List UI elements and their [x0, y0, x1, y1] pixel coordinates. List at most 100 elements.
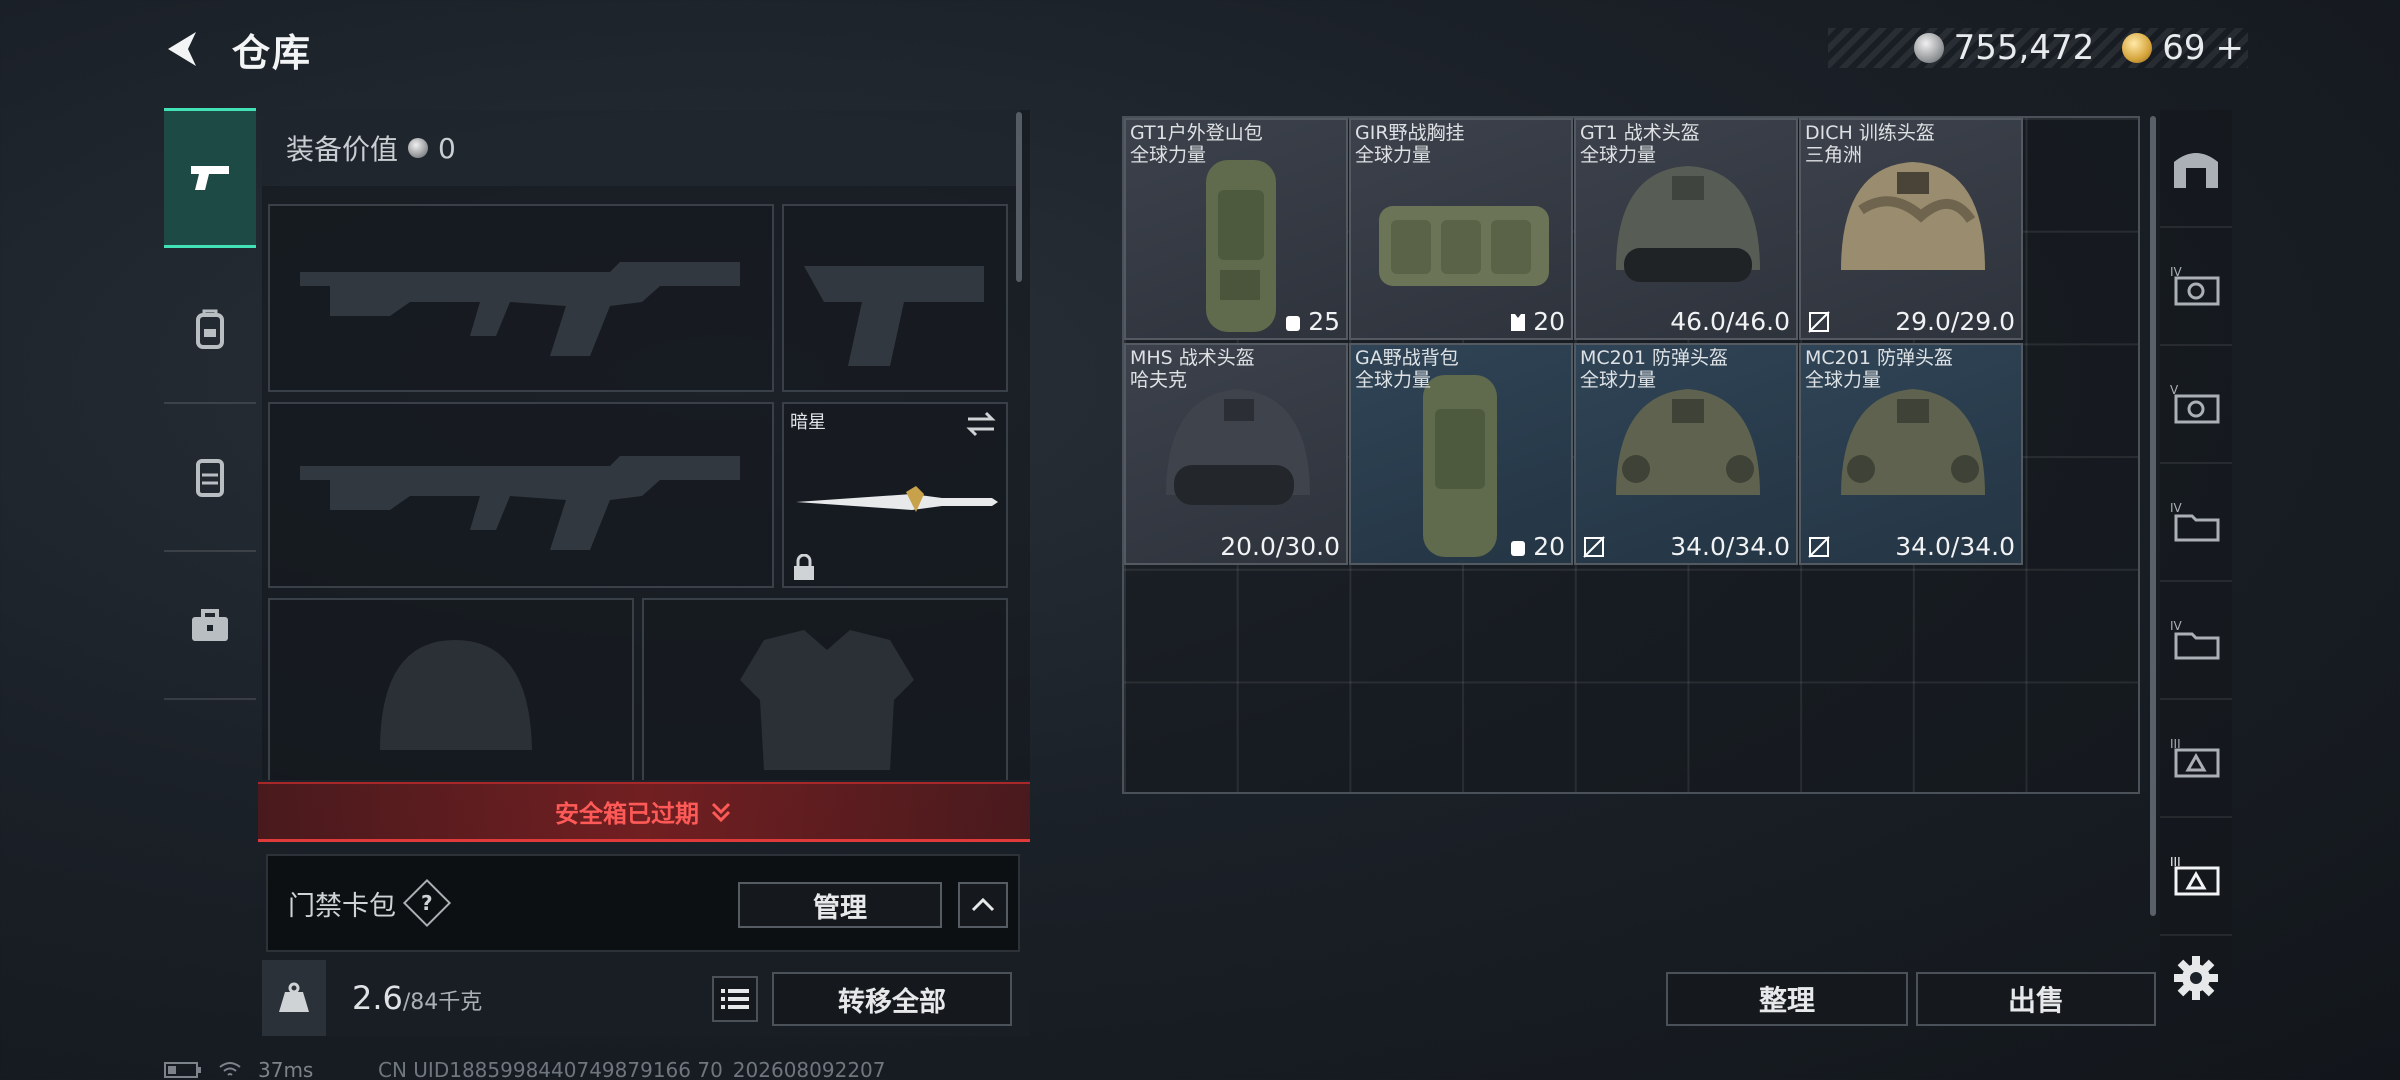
svg-text:IV: IV	[2170, 619, 2183, 633]
item-name: GIR野战胸挂	[1355, 122, 1465, 144]
uid-text: CN UID1885998440749879166 70_20260809220…	[378, 1058, 886, 1080]
item-helmet-gt1[interactable]: GT1 战术头盔 全球力量 46.0/46.0	[1574, 118, 1798, 340]
double-chevron-down-icon	[711, 802, 731, 822]
item-capacity: 25	[1308, 307, 1340, 336]
item-helmet-mc201-b[interactable]: MC201 防弹头盔 全球力量 34.0/34.0	[1799, 343, 2023, 565]
item-faction: 全球力量	[1580, 144, 1657, 166]
gold-amount: 69	[2162, 28, 2206, 68]
item-durability: 29.0/29.0	[1895, 307, 2015, 336]
no-durability-icon	[1583, 535, 1605, 558]
filter-folder-iv-1[interactable]: IV	[2160, 464, 2232, 582]
pistol-silhouette-icon	[804, 266, 984, 366]
case-iii-active-icon: III	[2170, 855, 2220, 896]
back-arrow-icon[interactable]	[160, 26, 206, 72]
battery-icon	[164, 1062, 201, 1078]
status-bar: 37ms	[164, 1058, 313, 1080]
filter-case-iii[interactable]: III	[2160, 700, 2232, 818]
melee-slot[interactable]: 暗星	[782, 402, 1008, 588]
item-durability: 20.0/30.0	[1220, 532, 1340, 561]
item-capacity: 20	[1533, 307, 1565, 336]
help-icon[interactable]: ?	[402, 878, 452, 928]
safe-box-expired-banner[interactable]: 安全箱已过期	[258, 782, 1030, 842]
wifi-icon	[219, 1062, 241, 1076]
warehouse-scrollbar[interactable]	[2150, 116, 2156, 916]
item-helmet-mhs[interactable]: MHS 战术头盔 哈夫克 20.0/30.0	[1124, 343, 1348, 565]
item-helmet-mc201-a[interactable]: MC201 防弹头盔 全球力量 34.0/34.0	[1574, 343, 1798, 565]
sell-button[interactable]: 出售	[1916, 972, 2156, 1026]
keycard-pack-row: 门禁卡包 ? 管理	[266, 854, 1020, 952]
item-faction: 全球力量	[1130, 144, 1207, 166]
item-backpack-ga[interactable]: GA野战背包 全球力量 20	[1349, 343, 1573, 565]
filter-all[interactable]	[2160, 110, 2232, 228]
transfer-all-button[interactable]: 转移全部	[772, 972, 1012, 1026]
armor-silhouette-icon	[740, 630, 914, 770]
equipment-value-row: 装备价值 0	[262, 110, 1020, 186]
manage-button[interactable]: 管理	[738, 882, 942, 928]
filter-storage-v[interactable]: V	[2160, 346, 2232, 464]
item-name: GT1 战术头盔	[1580, 122, 1700, 144]
weight-bar: 2.6/84千克 转移全部	[262, 960, 1030, 1036]
gold-coin-icon	[2122, 33, 2153, 63]
item-backpack-gt1[interactable]: GT1户外登山包 全球力量 25	[1124, 118, 1348, 340]
knife-icon	[796, 486, 998, 512]
svg-text:IV: IV	[2170, 501, 2183, 515]
tab-vest[interactable]	[164, 404, 256, 552]
list-view-button[interactable]	[712, 976, 758, 1022]
silver-coin-icon	[408, 138, 429, 158]
collapse-button[interactable]	[958, 882, 1008, 928]
backpack-capacity-icon	[1286, 315, 1301, 331]
weight-current: 2.6	[352, 979, 403, 1017]
no-durability-icon	[1808, 535, 1830, 558]
filter-folder-iv-2[interactable]: IV	[2160, 582, 2232, 700]
no-durability-icon	[1808, 310, 1830, 333]
case-iii-icon: III	[2170, 737, 2220, 778]
equipment-scrollbar[interactable]	[1016, 112, 1022, 282]
item-faction: 哈夫克	[1130, 369, 1188, 391]
rifle-silhouette-icon	[300, 456, 740, 550]
equipment-category-tabs	[164, 108, 256, 712]
add-gold-button[interactable]: +	[2216, 28, 2245, 68]
item-faction: 全球力量	[1805, 369, 1882, 391]
warehouse-grid[interactable]: GT1户外登山包 全球力量 25 GIR野战胸挂 全球力量 20 GT1 战术头盔全…	[1122, 116, 2140, 794]
folder-iv-icon: IV	[2170, 619, 2220, 660]
item-capacity: 20	[1533, 532, 1565, 561]
item-faction: 三角洲	[1805, 144, 1863, 166]
tab-weapons[interactable]	[164, 108, 256, 248]
armor-slot[interactable]	[642, 598, 1008, 780]
silver-amount: 755,472	[1953, 28, 2095, 68]
pistol-slot[interactable]	[782, 204, 1008, 392]
pistol-icon	[191, 166, 229, 190]
vest-capacity-icon	[1511, 313, 1526, 331]
tab-case[interactable]	[164, 552, 256, 700]
item-durability: 46.0/46.0	[1670, 307, 1790, 336]
ping-text: 37ms	[258, 1058, 314, 1080]
vest-icon	[196, 459, 224, 497]
equipment-value-label: 装备价值	[286, 133, 399, 166]
briefcase-icon	[192, 609, 228, 641]
storage-iv-icon: IV	[2170, 265, 2220, 306]
item-durability: 34.0/34.0	[1670, 532, 1790, 561]
swap-icon[interactable]	[964, 410, 998, 438]
gear-icon[interactable]	[2172, 954, 2220, 1002]
item-helmet-dich[interactable]: DICH 训练头盔 三角洲 29.0/29.0	[1799, 118, 2023, 340]
helmet-slot[interactable]	[268, 598, 634, 780]
primary-weapon-slot-1[interactable]	[268, 204, 774, 392]
folder-iv-icon: IV	[2170, 501, 2220, 542]
primary-weapon-slot-2[interactable]	[268, 402, 774, 588]
filter-case-iii-active[interactable]: III	[2160, 818, 2232, 936]
list-icon	[721, 989, 749, 1009]
item-name: MC201 防弹头盔	[1580, 347, 1728, 369]
currency-display: 755,472 69 +	[1828, 28, 2248, 68]
tab-backpack[interactable]	[164, 256, 256, 404]
item-chest-rig-gir[interactable]: GIR野战胸挂 全球力量 20	[1349, 118, 1573, 340]
warehouse-filter-tabs: IV V IV IV III III	[2160, 110, 2232, 1045]
silver-coin-icon	[1913, 33, 1944, 63]
weight-max: /84千克	[402, 990, 483, 1015]
sort-button[interactable]: 整理	[1666, 972, 1908, 1026]
filter-storage-iv-1[interactable]: IV	[2160, 228, 2232, 346]
item-name: MHS 战术头盔	[1130, 347, 1255, 369]
melee-name: 暗星	[790, 412, 826, 433]
backpack-capacity-icon	[1511, 540, 1526, 556]
item-name: GA野战背包	[1355, 347, 1459, 369]
lock-icon	[794, 554, 814, 580]
